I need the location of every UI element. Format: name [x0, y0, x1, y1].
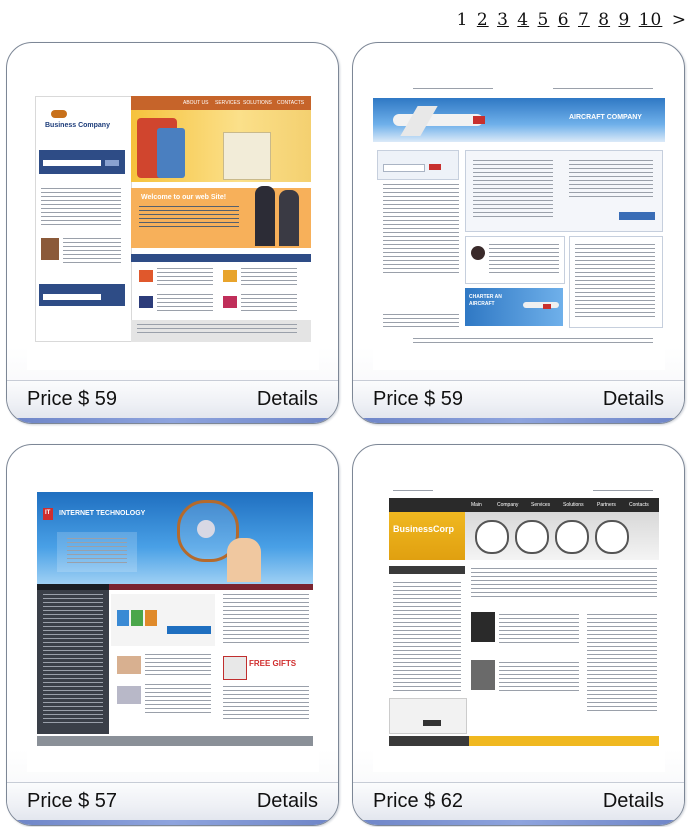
- page-link[interactable]: 6: [558, 10, 570, 30]
- page-current: 1: [456, 10, 469, 30]
- thumb-nav-item: Partners: [597, 502, 616, 508]
- page-link[interactable]: 3: [497, 10, 509, 30]
- thumb-promo: CHARTER AN AIRCRAFT: [469, 294, 502, 307]
- next-page-arrow[interactable]: >: [672, 10, 687, 30]
- thumb-nav-item: Contacts: [629, 502, 649, 508]
- thumb-welcome: Welcome to our web Site!: [141, 194, 227, 201]
- thumb-nav-item: SOLUTIONS: [243, 100, 272, 106]
- template-thumbnail[interactable]: IT INTERNET TECHNOLOGY FREE GIFTS: [27, 490, 319, 772]
- card-footer: Price $ 59 Details: [353, 380, 684, 423]
- template-card: Business Company ABOUT US SERVICES SOLUT…: [6, 42, 339, 424]
- page-link[interactable]: 9: [618, 10, 630, 30]
- card-footer: Price $ 57 Details: [7, 782, 338, 825]
- thumb-brand: Business Company: [45, 122, 110, 129]
- page-link[interactable]: 5: [538, 10, 550, 30]
- card-frame: Main Company Services Solutions Partners…: [352, 444, 685, 826]
- card-footer: Price $ 62 Details: [353, 782, 684, 825]
- thumb-nav-item: Main: [471, 502, 482, 508]
- thumb-nav-item: Services: [531, 502, 551, 508]
- thumb-brand: INTERNET TECHNOLOGY: [59, 510, 146, 517]
- page-link[interactable]: 4: [517, 10, 529, 30]
- thumb-nav-item: Solutions: [563, 502, 584, 508]
- details-link[interactable]: Details: [257, 790, 318, 813]
- thumb-gifts: FREE GIFTS: [249, 659, 297, 668]
- thumb-nav-item: Company: [497, 502, 519, 508]
- pagination: 1 2 3 4 5 6 7 8 9 10 >: [456, 10, 688, 30]
- page-link[interactable]: 2: [477, 10, 489, 30]
- details-link[interactable]: Details: [603, 388, 664, 411]
- thumb-nav-item: ABOUT US: [183, 100, 209, 106]
- price-label: Price $ 59: [373, 388, 464, 410]
- template-card: Main Company Services Solutions Partners…: [352, 444, 685, 826]
- template-card: AIRCRAFT COMPANY CHARTER AN AIRCRAFT Pri…: [352, 42, 685, 424]
- page-link[interactable]: 8: [598, 10, 610, 30]
- thumb-nav-item: SERVICES: [215, 100, 241, 106]
- details-link[interactable]: Details: [603, 790, 664, 813]
- price-label: Price $ 57: [27, 790, 118, 812]
- template-thumbnail[interactable]: AIRCRAFT COMPANY CHARTER AN AIRCRAFT: [373, 88, 665, 370]
- page-link[interactable]: 10: [639, 10, 663, 30]
- thumb-logo: IT: [45, 510, 51, 516]
- price-label: Price $ 59: [27, 388, 118, 410]
- card-frame: IT INTERNET TECHNOLOGY FREE GIFTS Price …: [6, 444, 339, 826]
- template-card: IT INTERNET TECHNOLOGY FREE GIFTS Price …: [6, 444, 339, 826]
- price-label: Price $ 62: [373, 790, 464, 812]
- card-frame: Business Company ABOUT US SERVICES SOLUT…: [6, 42, 339, 424]
- page-link[interactable]: 7: [578, 10, 590, 30]
- thumb-nav-item: CONTACTS: [277, 100, 305, 106]
- template-thumbnail[interactable]: Main Company Services Solutions Partners…: [373, 490, 665, 772]
- card-footer: Price $ 59 Details: [7, 380, 338, 423]
- template-thumbnail[interactable]: Business Company ABOUT US SERVICES SOLUT…: [27, 88, 319, 370]
- card-frame: AIRCRAFT COMPANY CHARTER AN AIRCRAFT Pri…: [352, 42, 685, 424]
- thumb-brand: AIRCRAFT COMPANY: [569, 114, 642, 121]
- thumb-brand: BusinessCorp: [393, 524, 455, 534]
- details-link[interactable]: Details: [257, 388, 318, 411]
